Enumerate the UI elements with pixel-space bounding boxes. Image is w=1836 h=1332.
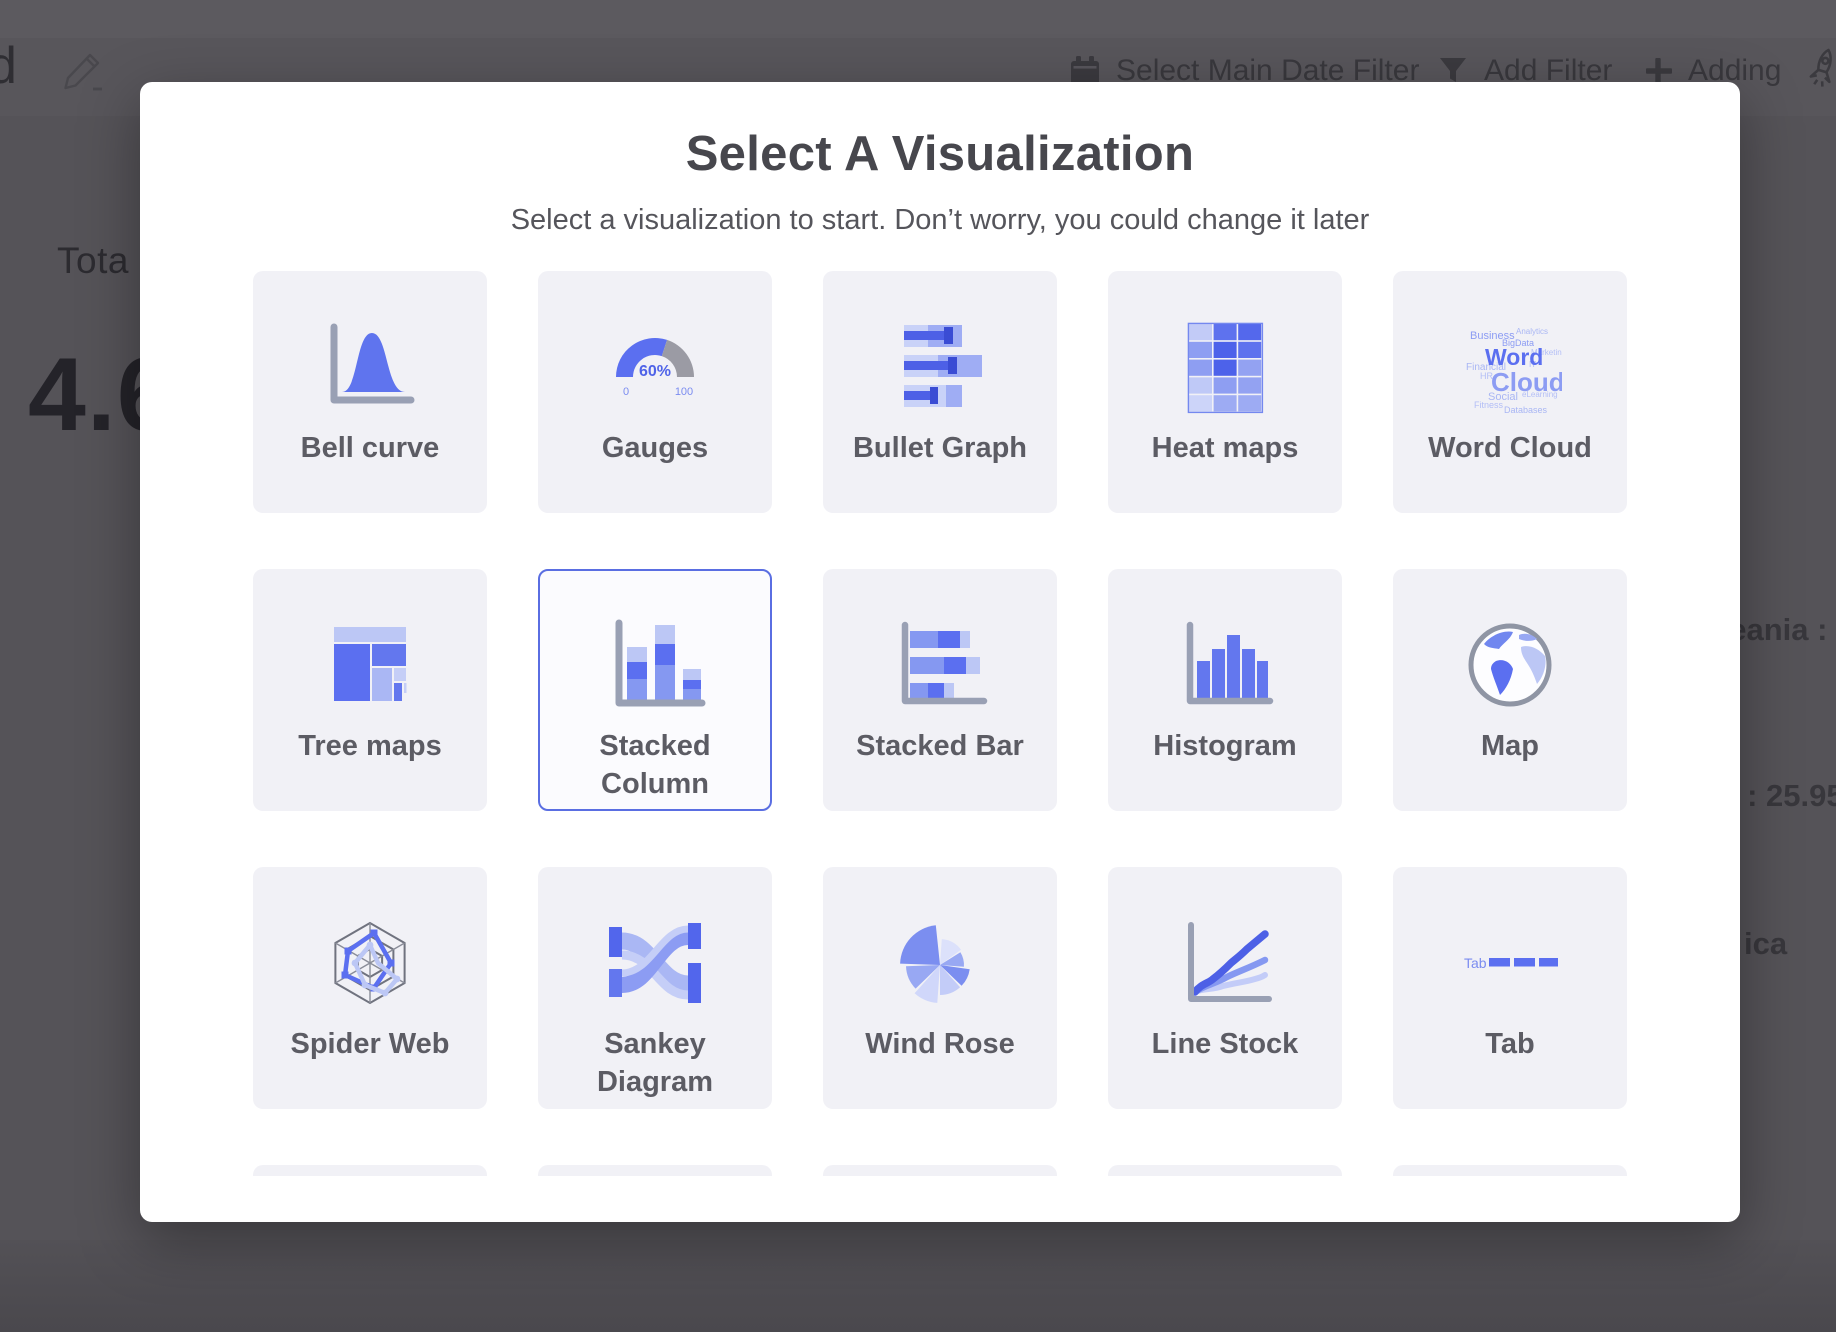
tab-icon: Tab (1458, 911, 1562, 1015)
edit-pencil-icon (60, 48, 106, 99)
card-stacked-bar[interactable]: Stacked Bar (823, 569, 1057, 811)
card-label-gauges: Gauges (602, 429, 708, 467)
card-label-wind-rose: Wind Rose (865, 1025, 1015, 1063)
line-stock-icon (1173, 911, 1277, 1015)
modal-title: Select A Visualization (140, 126, 1740, 182)
background-bottom-band (0, 1240, 1836, 1332)
word-cloud-icon: BusinessAnalyticsBigDataMarketingITFinan… (1458, 315, 1562, 419)
spider-web-icon (318, 911, 422, 1015)
card-label-stacked-bar: Stacked Bar (856, 727, 1024, 765)
rocket-icon (1806, 46, 1836, 97)
card-partial[interactable] (1108, 1165, 1342, 1176)
card-tab[interactable]: Tab Tab (1393, 867, 1627, 1109)
screen: d Select Main Date Filter Add Filter (0, 0, 1836, 1332)
card-label-stacked-column: Stacked Column (560, 727, 750, 804)
card-partial[interactable] (1393, 1165, 1627, 1176)
card-gauges[interactable]: 60% 0 100 Gauges (538, 271, 772, 513)
visualization-picker-modal: Select A Visualization Select a visualiz… (140, 82, 1740, 1222)
card-grid: Bell curve 60% 0 100 Gauges Bullet Graph H… (253, 271, 1627, 1176)
bell-curve-icon (318, 315, 422, 419)
stacked-column-icon (603, 613, 707, 717)
histogram-icon (1173, 613, 1277, 717)
stacked-bar-icon (888, 613, 992, 717)
gauges-icon: 60% 0 100 (603, 315, 707, 419)
card-spider-web[interactable]: Spider Web (253, 867, 487, 1109)
card-heat-maps[interactable]: Heat maps (1108, 271, 1342, 513)
card-partial[interactable] (253, 1165, 487, 1176)
card-word-cloud[interactable]: BusinessAnalyticsBigDataMarketingITFinan… (1393, 271, 1627, 513)
svg-text:Cloud: Cloud (1491, 367, 1562, 397)
card-partial[interactable] (823, 1165, 1057, 1176)
map-icon (1458, 613, 1562, 717)
card-bullet-graph[interactable]: Bullet Graph (823, 271, 1057, 513)
card-label-word-cloud: Word Cloud (1428, 429, 1592, 467)
card-label-spider-web: Spider Web (291, 1025, 450, 1063)
card-tree-maps[interactable]: Tree maps (253, 569, 487, 811)
card-label-histogram: Histogram (1153, 727, 1296, 765)
svg-text:Fitness: Fitness (1474, 400, 1504, 410)
svg-text:100: 100 (675, 386, 693, 398)
card-map[interactable]: Map (1393, 569, 1627, 811)
bullet-graph-icon (888, 315, 992, 419)
card-histogram[interactable]: Histogram (1108, 569, 1342, 811)
card-label-bell-curve: Bell curve (301, 429, 440, 467)
card-sankey-diagram[interactable]: Sankey Diagram (538, 867, 772, 1109)
kpi-label-fragment: Tota (57, 240, 129, 282)
svg-text:0: 0 (623, 386, 629, 398)
card-label-sankey-diagram: Sankey Diagram (560, 1025, 750, 1102)
svg-text:60%: 60% (639, 363, 671, 380)
card-label-tab: Tab (1485, 1025, 1534, 1063)
tree-maps-icon (318, 613, 422, 717)
card-label-tree-maps: Tree maps (298, 727, 441, 765)
svg-text:Tab: Tab (1464, 955, 1487, 971)
card-label-bullet-graph: Bullet Graph (853, 429, 1027, 467)
wind-rose-icon (888, 911, 992, 1015)
modal-subtitle: Select a visualization to start. Don’t w… (140, 204, 1740, 237)
card-label-line-stock: Line Stock (1152, 1025, 1299, 1063)
svg-text:Databases: Databases (1504, 405, 1548, 415)
card-line-stock[interactable]: Line Stock (1108, 867, 1342, 1109)
background-top-strip (0, 0, 1836, 38)
card-grid-viewport[interactable]: Bell curve 60% 0 100 Gauges Bullet Graph H… (253, 271, 1627, 1176)
svg-text:Analytics: Analytics (1516, 327, 1548, 336)
dashboard-title-fragment: d (0, 36, 17, 96)
card-bell-curve[interactable]: Bell curve (253, 271, 487, 513)
card-label-heat-maps: Heat maps (1152, 429, 1299, 467)
card-partial[interactable] (538, 1165, 772, 1176)
heat-maps-icon (1173, 315, 1277, 419)
card-label-map: Map (1481, 727, 1539, 765)
sankey-diagram-icon (603, 911, 707, 1015)
card-wind-rose[interactable]: Wind Rose (823, 867, 1057, 1109)
legend-fragment-bottom: ica (1744, 926, 1787, 962)
card-stacked-column[interactable]: Stacked Column (538, 569, 772, 811)
